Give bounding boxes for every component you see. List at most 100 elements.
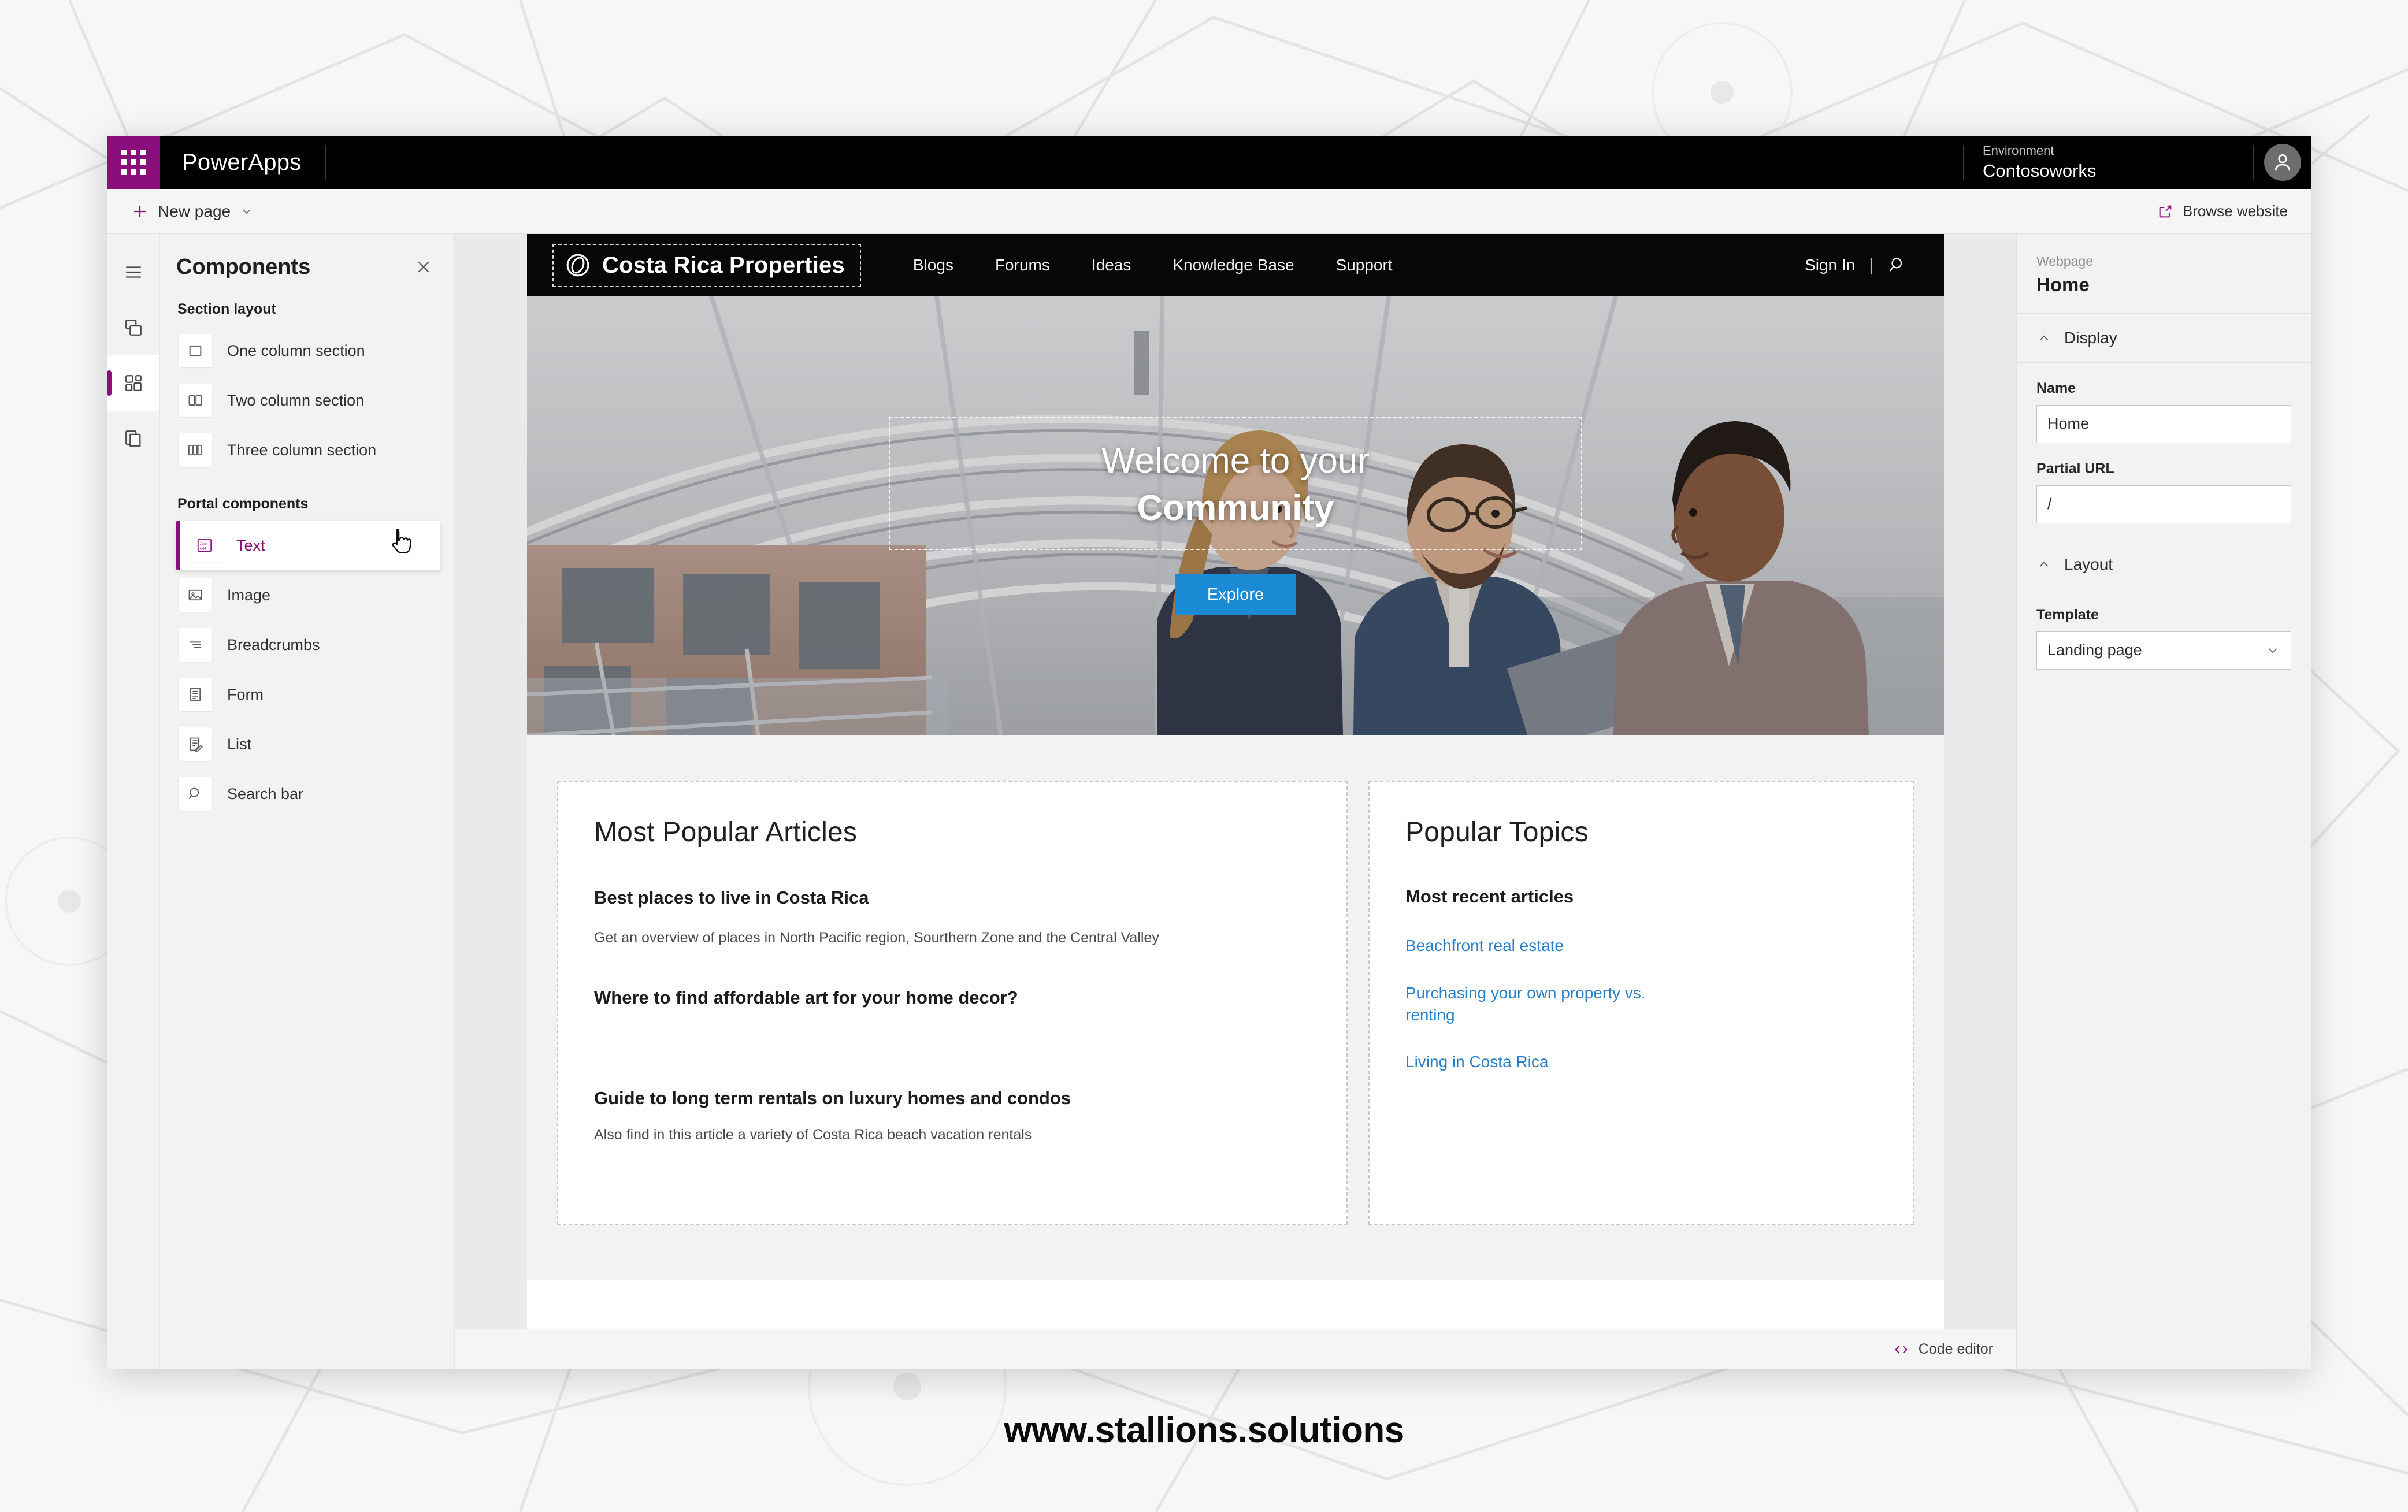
properties-panel: Webpage Home Display Name Partial URL [2016,234,2311,1369]
topic-link[interactable]: Living in Costa Rica [1405,1051,1671,1073]
nav-link-knowledge-base[interactable]: Knowledge Base [1152,256,1315,274]
component-label: Three column section [227,441,377,459]
component-label: Search bar [227,785,304,803]
component-label: Breadcrumbs [227,636,320,653]
article-title[interactable]: Where to find affordable art for your ho… [594,986,1311,1009]
card-popular-topics[interactable]: Popular Topics Most recent articles Beac… [1368,781,1914,1225]
component-label: Image [227,586,271,604]
component-one-column-section[interactable]: One column section [176,326,440,376]
explore-button[interactable]: Explore [1174,574,1297,616]
card-heading: Popular Topics [1405,817,1589,848]
waffle-grid-icon[interactable] [107,136,160,189]
rail-item-pages[interactable] [107,300,159,355]
hero-text-component[interactable]: Welcome to your Community [889,416,1582,551]
portal-nav-right: Sign In | [1805,255,1921,275]
components-panel: Components Section layout One column sec… [160,234,455,1369]
topic-link[interactable]: Purchasing your own property vs. renting [1405,982,1671,1026]
chevron-down-icon [2265,643,2280,658]
command-bar: New page Browse website [107,189,2311,234]
group-title-portal-components: Portal components [177,496,309,512]
code-editor-button[interactable]: Code editor [1893,1341,1993,1358]
component-two-column-section[interactable]: Two column section [176,376,440,425]
sign-in-link[interactable]: Sign In [1805,256,1855,274]
search-icon [179,777,212,811]
environment-picker[interactable]: Environment Contosoworks [1964,136,2253,189]
component-image[interactable]: Image [176,570,440,620]
article-title[interactable]: Best places to live in Costa Rica [594,886,1311,909]
work-area: Components Section layout One column sec… [107,234,2311,1369]
image-icon [179,578,212,612]
card-heading: Most Popular Articles [594,817,858,848]
portal-nav-links: Blogs Forums Ideas Knowledge Base Suppor… [892,256,1413,274]
field-label: Partial URL [2036,460,2114,477]
article-description [594,1028,1311,1049]
nav-link-support[interactable]: Support [1315,256,1413,274]
field-template: Template Landing page [2017,589,2311,670]
rail-item-templates[interactable] [107,411,159,466]
component-form[interactable]: Form [176,670,440,719]
section-title: Layout [2064,555,2113,573]
card-subheading: Most recent articles [1405,886,1574,907]
breadcrumbs-icon [179,628,212,662]
component-breadcrumbs[interactable]: Breadcrumbs [176,620,440,670]
component-label: Text [236,536,265,554]
components-panel-header: Components [176,234,440,295]
open-in-new-window-icon [2157,203,2173,220]
component-three-column-section[interactable]: Three column section [176,425,440,475]
mouse-cursor-pointer-icon [388,527,415,560]
watermark-text: www.stallions.solutions [1004,1410,1404,1450]
code-editor-label: Code editor [1918,1341,1993,1357]
portal-page-preview: Costa Rica Properties Blogs Forums Ideas… [527,234,1944,1329]
chevron-up-icon [2036,330,2051,346]
article-description: Also find in this article a variety of C… [594,1126,1032,1143]
field-name: Name [2017,363,2311,443]
code-brackets-icon [1893,1342,1909,1358]
portal-content-section: Most Popular Articles Best places to liv… [527,735,1944,1280]
portal-brand[interactable]: Costa Rica Properties [552,243,861,287]
hero-line-1: Welcome to your [1101,440,1370,481]
browse-website-button[interactable]: Browse website [2157,202,2288,220]
hero-line-2: Community [1137,488,1334,528]
app-title[interactable]: PowerApps [160,136,325,189]
nav-link-forums[interactable]: Forums [974,256,1071,274]
environment-name: Contosoworks [1983,160,2097,181]
topic-link[interactable]: Beachfront real estate [1405,935,1671,957]
component-label: List [227,735,252,753]
design-canvas: Costa Rica Properties Blogs Forums Ideas… [455,234,2016,1369]
section-header-layout[interactable]: Layout [2017,539,2311,589]
name-input[interactable] [2036,404,2291,443]
avatar[interactable] [2254,136,2311,189]
chevron-down-icon [240,205,254,218]
close-icon[interactable] [410,254,437,280]
component-list[interactable]: List [176,719,440,769]
nav-link-ideas[interactable]: Ideas [1071,256,1152,274]
group-title-section-layout: Section layout [177,301,276,317]
panel-group-gap [176,475,440,490]
component-text[interactable]: Abc def Text [176,521,440,570]
components-grid-icon [124,373,143,393]
article-title[interactable]: Guide to long term rentals on luxury hom… [594,1087,1311,1110]
svg-text:def: def [200,546,206,551]
new-page-button[interactable]: New page [123,198,262,225]
content-cards-row: Most Popular Articles Best places to liv… [557,781,1914,1225]
rail-item-menu[interactable] [107,244,159,300]
canvas-scroll-region[interactable]: Costa Rica Properties Blogs Forums Ideas… [455,234,2016,1329]
card-most-popular-articles[interactable]: Most Popular Articles Best places to liv… [557,781,1348,1225]
template-select[interactable]: Landing page [2036,631,2291,670]
hero-banner: Welcome to your Community Explore [527,296,1944,735]
text-abc-icon: Abc def [188,529,221,562]
portal-site-navigation: Costa Rica Properties Blogs Forums Ideas… [527,234,1944,296]
three-column-icon [179,433,212,467]
search-icon[interactable] [1887,255,1907,275]
component-search-bar[interactable]: Search bar [176,769,440,819]
partial-url-input[interactable] [2036,485,2291,523]
properties-page-name: Home [2036,273,2090,295]
component-label: Form [227,685,264,703]
properties-kind-label: Webpage [2036,254,2094,269]
nav-link-blogs[interactable]: Blogs [892,256,974,274]
powerapps-portal-studio-window: PowerApps Environment Contosoworks New p… [107,136,2311,1369]
section-header-display[interactable]: Display [2017,314,2311,363]
rail-item-components[interactable] [107,355,159,411]
nav-separator: | [1869,255,1873,274]
